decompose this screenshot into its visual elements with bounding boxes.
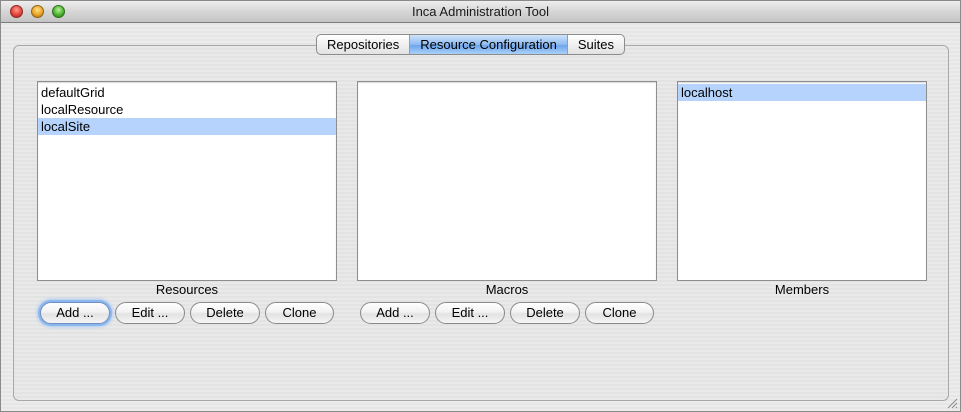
list-item[interactable]: localResource [38,101,336,118]
macros-edit-button[interactable]: Edit ... [435,302,505,324]
members-list[interactable]: localhost [677,81,927,281]
list-item[interactable]: defaultGrid [38,84,336,101]
tab-suites[interactable]: Suites [568,35,624,54]
resources-list[interactable]: defaultGrid localResource localSite [37,81,337,281]
resources-clone-button[interactable]: Clone [265,302,334,324]
members-label: Members [774,282,830,297]
macros-clone-button[interactable]: Clone [585,302,654,324]
resources-label: Resources [155,282,219,297]
tab-bar: Repositories Resource Configuration Suit… [316,34,625,55]
resources-edit-button[interactable]: Edit ... [115,302,185,324]
macros-delete-button[interactable]: Delete [510,302,580,324]
resources-add-button[interactable]: Add ... [40,302,110,324]
tab-repositories[interactable]: Repositories [317,35,411,54]
app-window: Inca Administration Tool Repositories Re… [0,0,961,412]
tab-resource-configuration[interactable]: Resource Configuration [410,35,568,54]
macros-label: Macros [485,282,529,297]
macros-add-button[interactable]: Add ... [360,302,430,324]
list-item[interactable]: localSite [38,118,336,135]
macros-list[interactable] [357,81,657,281]
resize-grip-icon[interactable] [946,397,958,409]
window-title: Inca Administration Tool [411,4,550,19]
resources-delete-button[interactable]: Delete [190,302,260,324]
title-bar[interactable]: Inca Administration Tool [1,1,960,23]
list-item[interactable]: localhost [678,84,926,101]
